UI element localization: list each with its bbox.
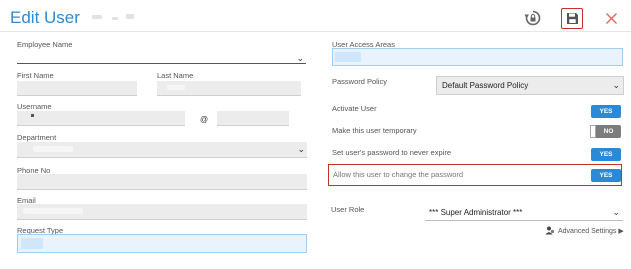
at-sign: @: [200, 115, 209, 124]
toggle-knob: [590, 125, 596, 138]
password-policy-label: Password Policy: [332, 77, 388, 86]
chevron-down-icon: ⌄: [612, 207, 620, 217]
user-role-select[interactable]: *** Super Administrator *** ⌄: [425, 204, 623, 221]
close-icon: [605, 12, 617, 24]
password-policy-value: Default Password Policy: [442, 81, 529, 90]
username-field[interactable]: [17, 111, 185, 126]
first-name-label: First Name: [17, 71, 54, 80]
chevron-down-icon: ⌄: [612, 80, 620, 90]
advanced-settings-link[interactable]: Advanced Settings ▶: [545, 226, 624, 235]
access-area-chip[interactable]: [335, 52, 361, 62]
department-label: Department: [17, 133, 57, 142]
department-select[interactable]: ⌄: [17, 142, 307, 158]
reset-password-button[interactable]: [522, 7, 544, 29]
page-title: Edit User: [10, 8, 80, 27]
redacted-username: [90, 10, 140, 24]
header-divider: [0, 31, 631, 32]
allow-change-password-label: Allow this user to change the password: [333, 170, 464, 179]
reset-lock-icon: [524, 10, 541, 26]
last-name-label: Last Name: [157, 71, 194, 80]
never-expire-toggle[interactable]: YES: [591, 148, 621, 161]
last-name-field[interactable]: [157, 81, 301, 96]
text-cursor: [31, 114, 34, 117]
users-icon: [545, 226, 555, 235]
activate-user-toggle[interactable]: YES: [591, 105, 621, 118]
username-label: Username: [17, 102, 52, 111]
allow-change-password-toggle[interactable]: YES: [591, 169, 621, 182]
save-button[interactable]: [561, 8, 583, 29]
chevron-down-icon: ⌄: [297, 144, 305, 154]
domain-field[interactable]: [217, 111, 289, 126]
activate-user-label: Activate User: [332, 104, 377, 113]
chevron-down-icon: ⌄: [296, 53, 304, 63]
user-role-label: User Role: [331, 205, 365, 214]
email-field[interactable]: [17, 204, 307, 220]
save-icon: [566, 13, 578, 24]
temporary-user-label: Make this user temporary: [332, 126, 417, 135]
close-button[interactable]: [601, 8, 621, 28]
phone-field[interactable]: [17, 174, 307, 190]
first-name-field[interactable]: [17, 81, 137, 96]
employee-name-label: Employee Name: [17, 40, 73, 49]
request-type-chip[interactable]: [21, 238, 43, 249]
employee-name-select[interactable]: ⌄: [17, 51, 306, 64]
advanced-settings-label: Advanced Settings ▶: [558, 227, 624, 235]
password-policy-select[interactable]: Default Password Policy ⌄: [436, 76, 624, 95]
user-role-value: *** Super Administrator ***: [429, 208, 523, 217]
user-access-areas-field[interactable]: [332, 48, 623, 66]
request-type-field[interactable]: [17, 234, 307, 253]
never-expire-label: Set user's password to never expire: [332, 148, 451, 157]
